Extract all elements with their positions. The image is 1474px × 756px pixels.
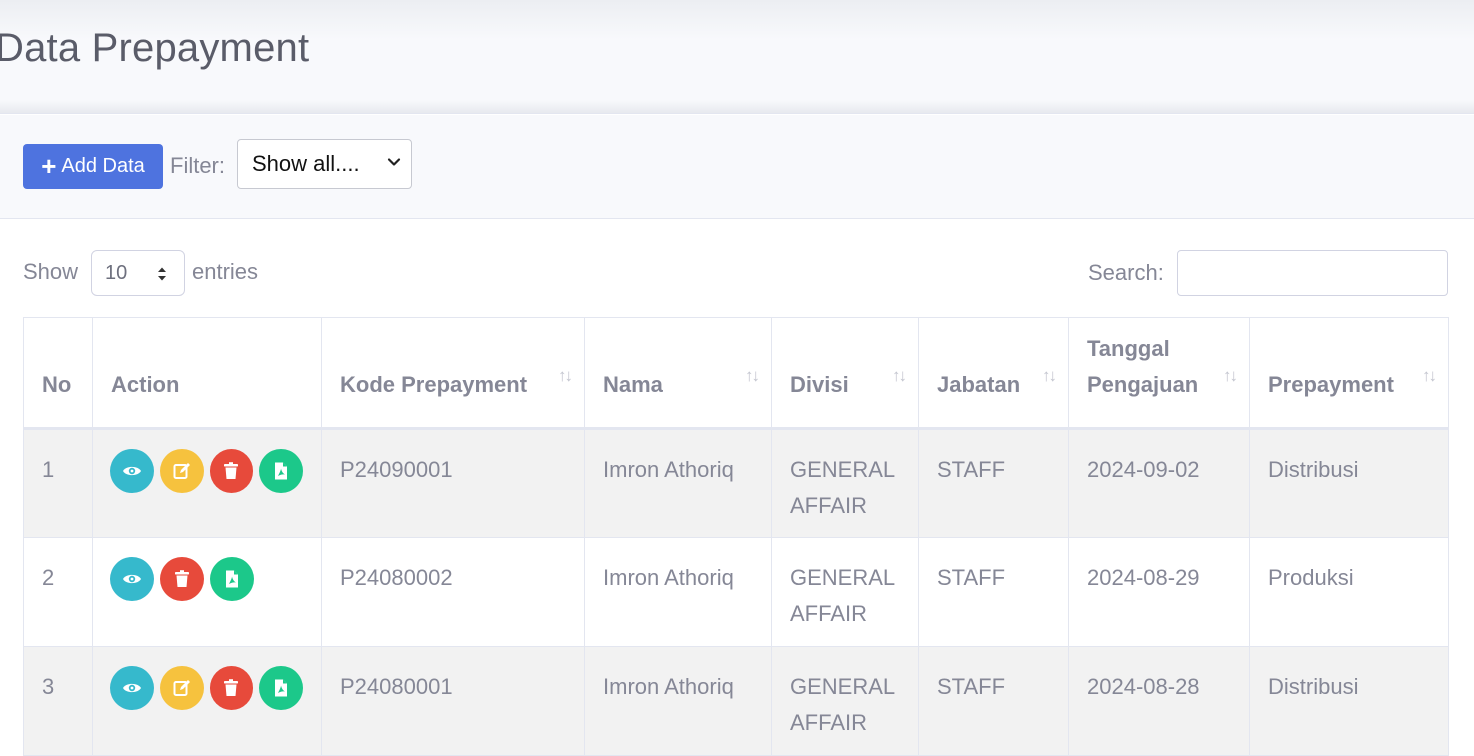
table-row: 2 P24080002 Imron Athoriq GENERAL AFFAIR STA… <box>23 537 1449 647</box>
filter-select[interactable]: Show all.... <box>237 139 412 189</box>
pdf-icon <box>226 570 238 588</box>
column-header-jabatan[interactable]: Jabatan ↑↓ <box>918 317 1069 430</box>
show-label: Show <box>23 259 79 284</box>
eye-icon <box>122 683 141 693</box>
edit-button[interactable] <box>159 666 204 710</box>
cell-tanggal: 2024-09-02 <box>1068 428 1250 538</box>
cell-jabatan: STAFF <box>918 646 1069 756</box>
cell-nama: Imron Athoriq <box>584 537 772 647</box>
prepayment-table: No Action Kode Prepayment ↑↓ Nama ↑↓ Divis… <box>23 317 1449 756</box>
plus-icon: + <box>41 150 57 181</box>
delete-button[interactable] <box>209 449 254 493</box>
sort-icon: ↑↓ <box>558 366 573 385</box>
toolbar: + Add Data Filter: Show all.... <box>0 115 1474 219</box>
view-button[interactable] <box>110 449 154 493</box>
column-header-tanggal[interactable]: Tanggal Pengajuan ↑↓ <box>1068 317 1250 430</box>
cell-tanggal: 2024-08-28 <box>1068 646 1250 756</box>
cell-action <box>92 646 322 756</box>
column-header-nama[interactable]: Nama ↑↓ <box>584 317 772 430</box>
edit-icon <box>173 463 190 479</box>
edit-button[interactable] <box>159 449 204 493</box>
edit-icon <box>173 680 190 696</box>
pdf-button[interactable] <box>210 557 254 601</box>
filter-label: Filter: <box>170 153 225 178</box>
add-data-button[interactable]: + Add Data <box>23 144 163 189</box>
search-input[interactable] <box>1177 250 1448 296</box>
delete-button[interactable] <box>160 557 204 601</box>
sort-updown-icon <box>158 267 166 281</box>
column-header-prepayment[interactable]: Prepayment ↑↓ <box>1249 317 1449 430</box>
column-header-divisi[interactable]: Divisi ↑↓ <box>771 317 919 430</box>
action-group <box>110 449 303 493</box>
trash-icon <box>224 462 239 479</box>
pdf-icon <box>275 679 288 697</box>
entries-select[interactable]: 10 <box>91 250 185 296</box>
column-header-kode[interactable]: Kode Prepayment ↑↓ <box>321 317 585 430</box>
cell-no: 3 <box>23 646 93 756</box>
add-data-label: Add Data <box>61 155 145 177</box>
page-header: Data Prepayment <box>0 0 1474 114</box>
trash-icon <box>175 570 189 587</box>
cell-jabatan: STAFF <box>918 428 1069 538</box>
cell-action <box>92 428 322 538</box>
entries-label: entries <box>192 259 259 284</box>
cell-divisi: GENERAL AFFAIR <box>771 537 919 647</box>
eye-icon <box>122 466 141 476</box>
table-row: 3 P24080001 Imron Athoriq GENERAL AFFAIR STA… <box>23 646 1449 756</box>
cell-prepayment: Distribusi <box>1249 646 1449 756</box>
cell-nama: Imron Athoriq <box>584 646 772 756</box>
cell-nama: Imron Athoriq <box>584 428 772 538</box>
cell-kode: P24080001 <box>321 646 585 756</box>
action-group <box>110 557 303 601</box>
pdf-button[interactable] <box>259 666 303 710</box>
pdf-icon <box>275 462 288 480</box>
chevron-down-icon <box>387 158 401 166</box>
search-label: Search: <box>1088 260 1164 285</box>
column-header-no[interactable]: No <box>23 317 93 430</box>
cell-no: 1 <box>23 428 93 538</box>
sort-icon: ↑↓ <box>1042 366 1057 385</box>
cell-prepayment: Produksi <box>1249 537 1449 647</box>
cell-kode: P24090001 <box>321 428 585 538</box>
sort-icon: ↑↓ <box>1223 366 1238 385</box>
pdf-button[interactable] <box>259 449 303 493</box>
view-button[interactable] <box>110 557 154 601</box>
sort-icon: ↑↓ <box>892 366 907 385</box>
cell-jabatan: STAFF <box>918 537 1069 647</box>
trash-icon <box>224 679 239 696</box>
cell-no: 2 <box>23 537 93 647</box>
column-header-action: Action <box>92 317 322 430</box>
cell-divisi: GENERAL AFFAIR <box>771 646 919 756</box>
delete-button[interactable] <box>209 666 254 710</box>
table-header-row: No Action Kode Prepayment ↑↓ Nama ↑↓ Divis… <box>23 317 1449 430</box>
action-group <box>110 666 303 710</box>
page-title: Data Prepayment <box>0 26 310 70</box>
entries-value: 10 <box>105 261 128 284</box>
view-button[interactable] <box>110 666 154 710</box>
cell-divisi: GENERAL AFFAIR <box>771 428 919 538</box>
table-row: 1 P24090001 Imron Athoriq GENERAL AFFAIR STA… <box>23 428 1449 538</box>
sort-icon: ↑↓ <box>745 366 760 385</box>
cell-tanggal: 2024-08-29 <box>1068 537 1250 647</box>
filter-selected-value: Show all.... <box>252 151 360 176</box>
eye-icon <box>123 574 141 584</box>
sort-icon: ↑↓ <box>1422 366 1437 385</box>
cell-action <box>92 537 322 647</box>
cell-kode: P24080002 <box>321 537 585 647</box>
cell-prepayment: Distribusi <box>1249 428 1449 538</box>
